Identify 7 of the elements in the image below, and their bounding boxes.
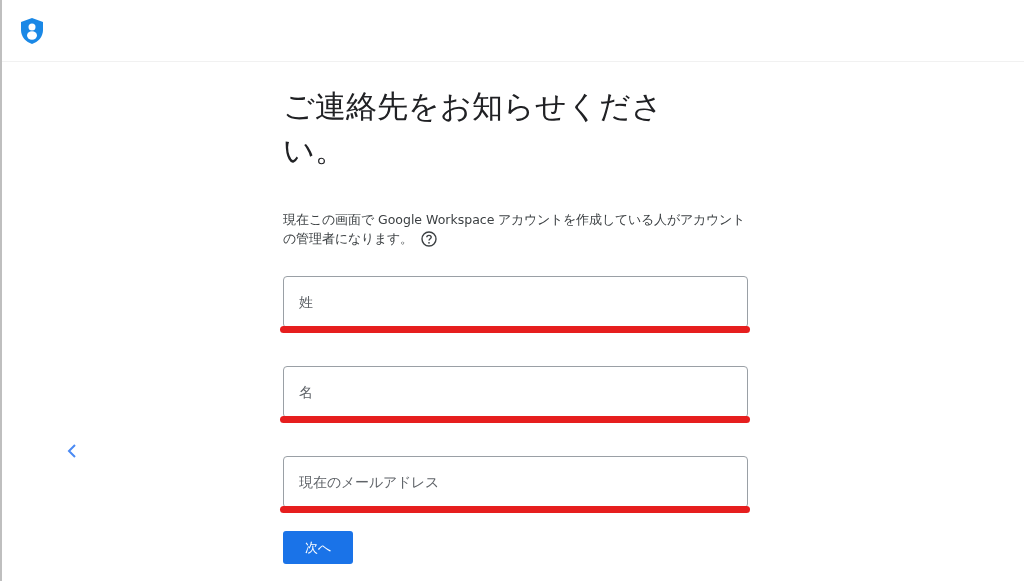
input-field[interactable]: 姓 <box>283 276 748 328</box>
input-field[interactable]: 名 <box>283 366 748 418</box>
next-button[interactable]: 次へ <box>283 531 353 564</box>
input-field[interactable]: 現在のメールアドレス <box>283 456 748 508</box>
page-title: ご連絡先をお知らせください。 <box>283 87 664 170</box>
description-line: の管理者になります。 <box>283 230 413 248</box>
description-line: 現在この画面で Google Workspace アカウントを作成している人がアカウント <box>283 211 746 229</box>
